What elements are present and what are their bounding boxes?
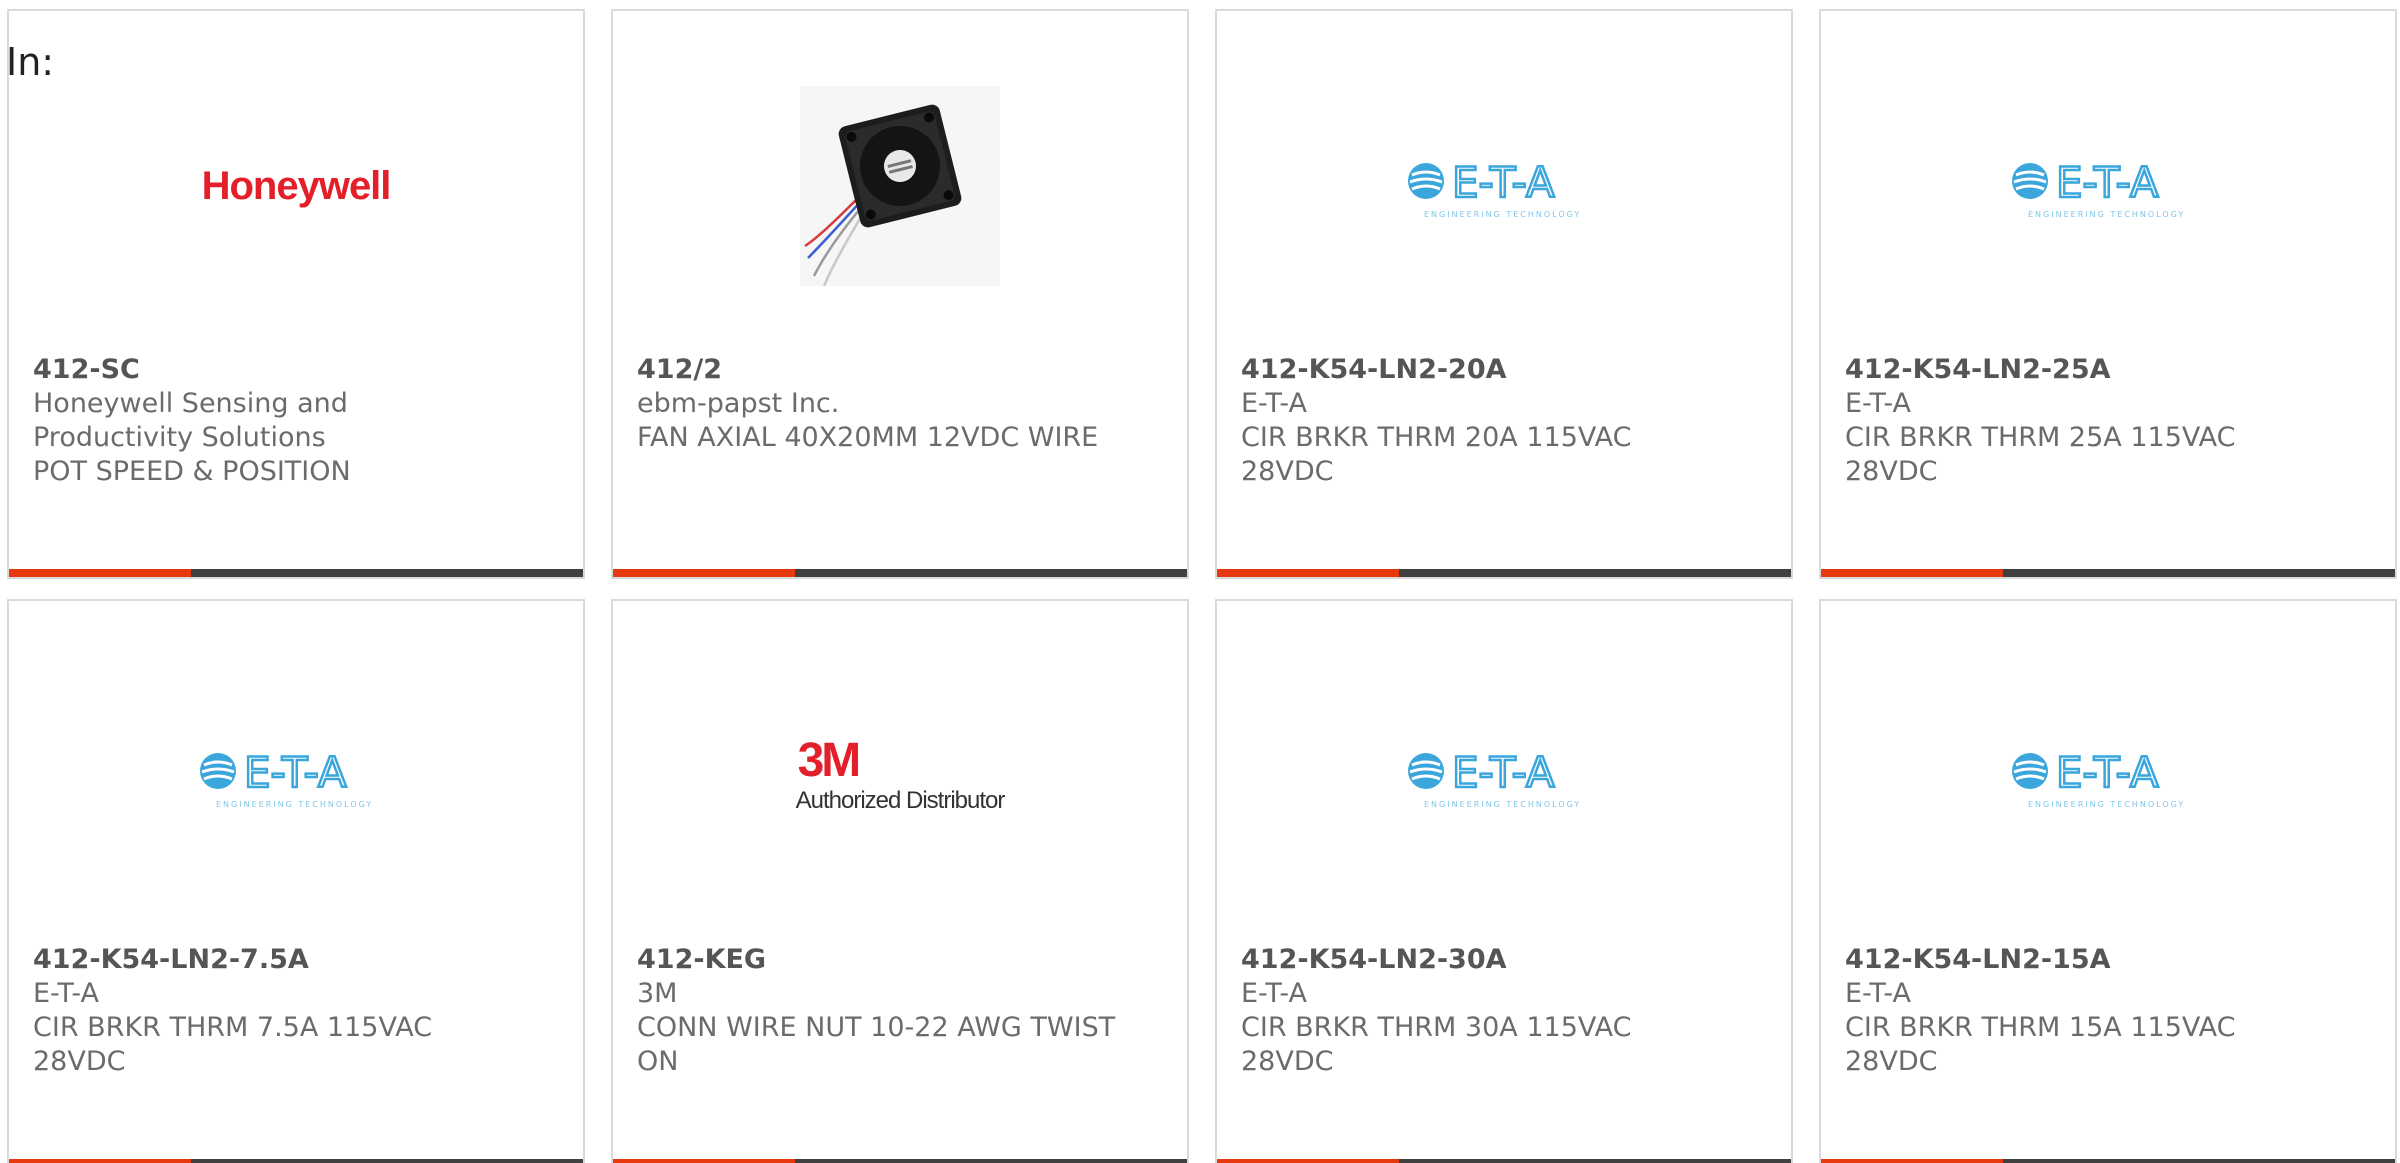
manufacturer-logo: E-T-A ENGINEERING TECHNOLOGY (1217, 661, 1791, 891)
part-number[interactable]: 412-K54-LN2-7.5A (33, 943, 513, 977)
manufacturer-logo: Honeywell (9, 71, 583, 301)
part-number[interactable]: 412-K54-LN2-30A (1241, 943, 1721, 977)
svg-text:E-T-A: E-T-A (1452, 158, 1555, 207)
product-info: 412-K54-LN2-7.5A E-T-A CIR BRKR THRM 7.5… (33, 943, 513, 1079)
manufacturer-logo: E-T-A ENGINEERING TECHNOLOGY (1821, 661, 2395, 891)
manufacturer-logo: 3M Authorized Distributor (613, 661, 1187, 891)
3m-logo: 3M Authorized Distributor (795, 734, 1006, 815)
manufacturer-logo: E-T-A ENGINEERING TECHNOLOGY (9, 661, 583, 891)
part-number[interactable]: 412-K54-LN2-25A (1845, 353, 2325, 387)
product-description: CIR BRKR THRM 25A 115VAC 28VDC (1845, 422, 2236, 487)
product-description: CIR BRKR THRM 20A 115VAC 28VDC (1241, 422, 1632, 487)
manufacturer-name: E-T-A (1845, 388, 1911, 419)
eta-logo: E-T-A ENGINEERING TECHNOLOGY (200, 747, 373, 809)
card-accent-bar (613, 1159, 1187, 1163)
fan-product-image (800, 86, 1000, 286)
eta-logo: E-T-A ENGINEERING TECHNOLOGY (2012, 747, 2185, 809)
product-card[interactable]: E-T-A ENGINEERING TECHNOLOGY 412-K54-LN2… (1215, 599, 1793, 1163)
eta-logo: E-T-A ENGINEERING TECHNOLOGY (1408, 747, 1581, 809)
manufacturer-name: E-T-A (33, 978, 99, 1009)
filter-label: In: (6, 40, 55, 84)
svg-text:ENGINEERING TECHNOLOGY: ENGINEERING TECHNOLOGY (216, 800, 373, 809)
svg-text:ENGINEERING TECHNOLOGY: ENGINEERING TECHNOLOGY (2028, 800, 2185, 809)
product-description: POT SPEED & POSITION (33, 456, 351, 487)
svg-text:ENGINEERING TECHNOLOGY: ENGINEERING TECHNOLOGY (1424, 210, 1581, 219)
product-card[interactable]: Honeywell 412-SC Honeywell Sensing and P… (7, 9, 585, 579)
honeywell-logo: Honeywell (201, 163, 392, 208)
manufacturer-name: ebm-papst Inc. (637, 388, 840, 419)
product-grid-page: In: Honeywell 412-SC Honeywell Sensing a… (0, 0, 2400, 1163)
svg-text:E-T-A: E-T-A (2056, 158, 2159, 207)
product-card[interactable]: 412/2 ebm-papst Inc. FAN AXIAL 40X20MM 1… (611, 9, 1189, 579)
card-accent-bar (613, 569, 1187, 577)
part-number[interactable]: 412-KEG (637, 943, 1117, 977)
product-info: 412-KEG 3M CONN WIRE NUT 10-22 AWG TWIST… (637, 943, 1117, 1079)
part-number[interactable]: 412-SC (33, 353, 513, 387)
product-info: 412-K54-LN2-25A E-T-A CIR BRKR THRM 25A … (1845, 353, 2325, 489)
svg-text:E-T-A: E-T-A (2056, 748, 2159, 797)
svg-text:ENGINEERING TECHNOLOGY: ENGINEERING TECHNOLOGY (2028, 210, 2185, 219)
product-card[interactable]: E-T-A ENGINEERING TECHNOLOGY 412-K54-LN2… (7, 599, 585, 1163)
part-number[interactable]: 412/2 (637, 353, 1117, 387)
card-accent-bar (9, 1159, 583, 1163)
manufacturer-logo: E-T-A ENGINEERING TECHNOLOGY (1217, 71, 1791, 301)
product-card[interactable]: E-T-A ENGINEERING TECHNOLOGY 412-K54-LN2… (1819, 9, 2397, 579)
manufacturer-name: E-T-A (1241, 388, 1307, 419)
product-info: 412-K54-LN2-20A E-T-A CIR BRKR THRM 20A … (1241, 353, 1721, 489)
product-info: 412/2 ebm-papst Inc. FAN AXIAL 40X20MM 1… (637, 353, 1117, 455)
product-description: CONN WIRE NUT 10-22 AWG TWIST ON (637, 1012, 1116, 1077)
card-accent-bar (1821, 569, 2395, 577)
manufacturer-name: 3M (637, 978, 678, 1009)
svg-text:ENGINEERING TECHNOLOGY: ENGINEERING TECHNOLOGY (1424, 800, 1581, 809)
product-image (613, 71, 1187, 301)
product-card[interactable]: E-T-A ENGINEERING TECHNOLOGY 412-K54-LN2… (1215, 9, 1793, 579)
svg-text:E-T-A: E-T-A (1452, 748, 1555, 797)
svg-text:E-T-A: E-T-A (244, 748, 347, 797)
product-description: FAN AXIAL 40X20MM 12VDC WIRE (637, 422, 1099, 453)
product-info: 412-K54-LN2-15A E-T-A CIR BRKR THRM 15A … (1845, 943, 2325, 1079)
card-accent-bar (1217, 1159, 1791, 1163)
manufacturer-logo: E-T-A ENGINEERING TECHNOLOGY (1821, 71, 2395, 301)
part-number[interactable]: 412-K54-LN2-20A (1241, 353, 1721, 387)
product-info: 412-K54-LN2-30A E-T-A CIR BRKR THRM 30A … (1241, 943, 1721, 1079)
card-accent-bar (1821, 1159, 2395, 1163)
manufacturer-name: Honeywell Sensing and Productivity Solut… (33, 388, 348, 453)
eta-logo: E-T-A ENGINEERING TECHNOLOGY (2012, 157, 2185, 219)
product-description: CIR BRKR THRM 7.5A 115VAC 28VDC (33, 1012, 433, 1077)
manufacturer-name: E-T-A (1845, 978, 1911, 1009)
card-accent-bar (9, 569, 583, 577)
eta-logo: E-T-A ENGINEERING TECHNOLOGY (1408, 157, 1581, 219)
product-card[interactable]: 3M Authorized Distributor 412-KEG 3M CON… (611, 599, 1189, 1163)
product-info: 412-SC Honeywell Sensing and Productivit… (33, 353, 513, 489)
product-description: CIR BRKR THRM 15A 115VAC 28VDC (1845, 1012, 2236, 1077)
part-number[interactable]: 412-K54-LN2-15A (1845, 943, 2325, 977)
manufacturer-name: E-T-A (1241, 978, 1307, 1009)
card-accent-bar (1217, 569, 1791, 577)
product-description: CIR BRKR THRM 30A 115VAC 28VDC (1241, 1012, 1632, 1077)
product-card[interactable]: E-T-A ENGINEERING TECHNOLOGY 412-K54-LN2… (1819, 599, 2397, 1163)
